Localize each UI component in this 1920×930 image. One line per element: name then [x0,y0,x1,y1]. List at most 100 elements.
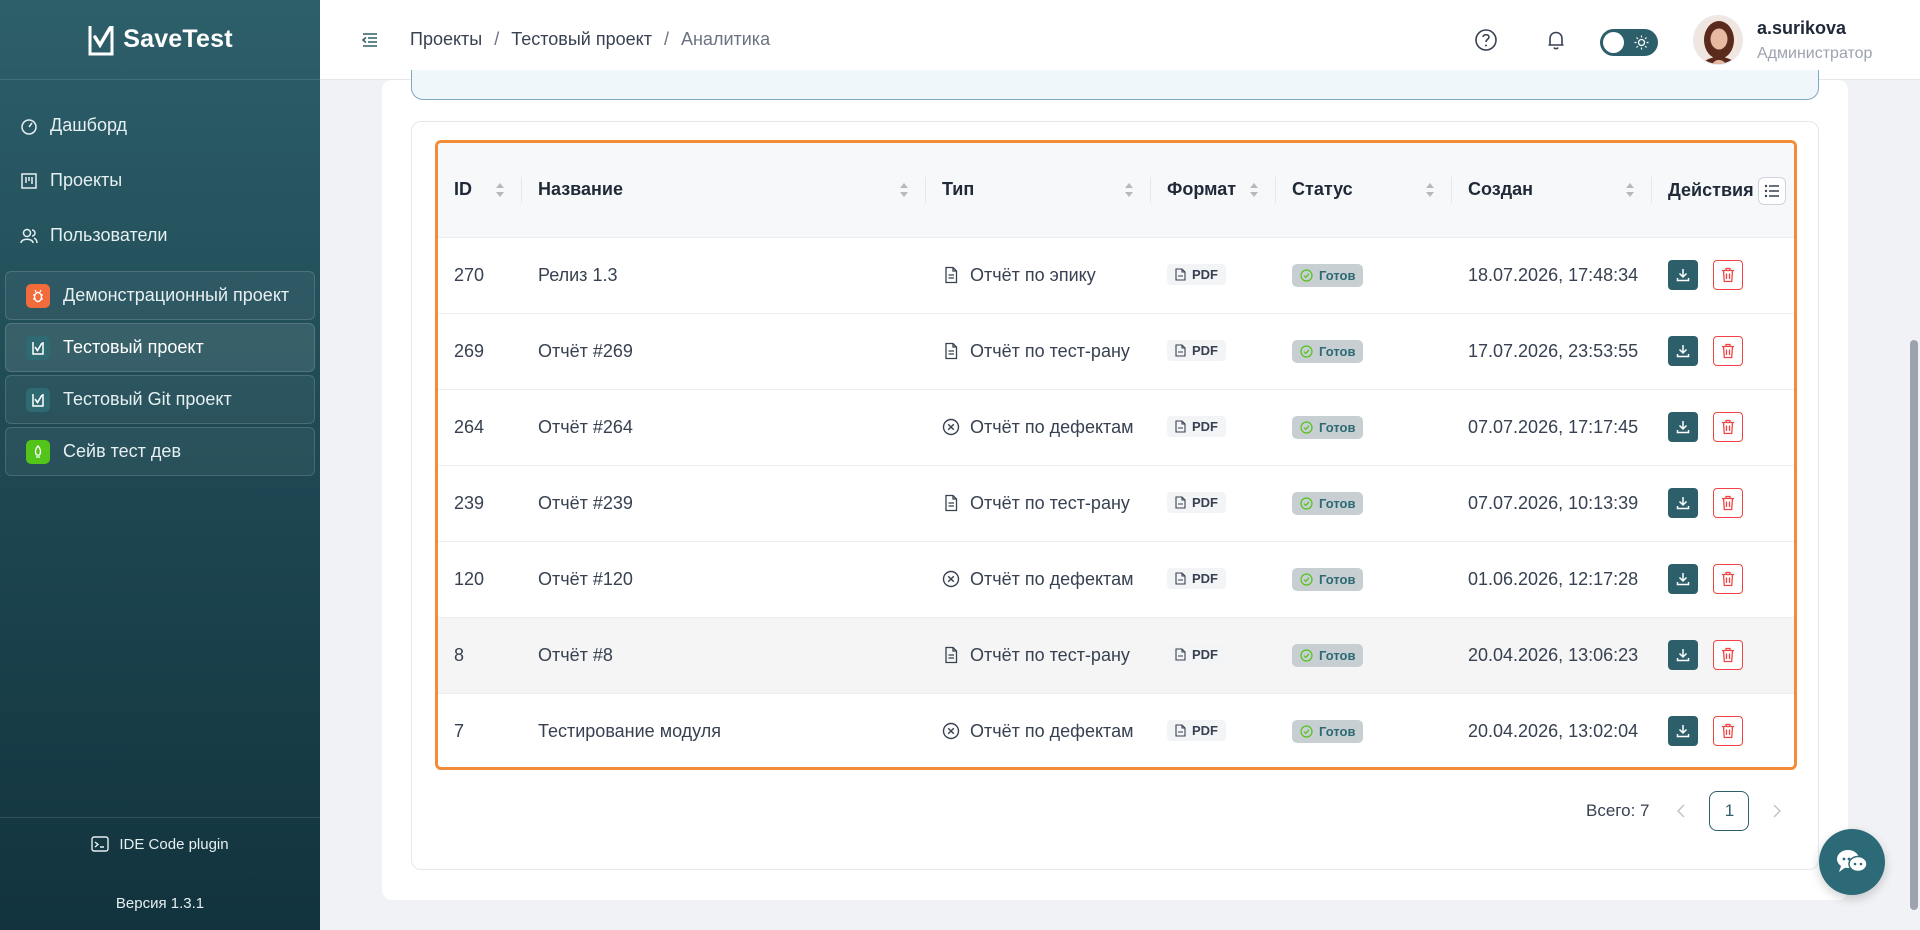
ide-plugin-link[interactable]: IDE Code plugin [0,835,320,853]
column-header-name[interactable]: Название [522,143,926,237]
pdf-file-icon [1175,648,1186,661]
format-label: PDF [1192,723,1218,739]
column-header-format[interactable]: Формат [1151,143,1276,237]
status-label: Готов [1319,495,1356,511]
status-label: Готов [1319,267,1356,283]
cell-created: 07.07.2026, 10:13:39 [1468,492,1639,513]
project-item-dev[interactable]: Сейв тест дев [5,427,315,476]
bell-icon[interactable] [1542,26,1570,54]
cell-id: 239 [454,492,485,513]
sort-icon[interactable] [1248,180,1260,200]
trash-icon [1722,267,1734,283]
avatar[interactable] [1693,15,1743,65]
type-label: Отчёт по дефектам [970,416,1134,437]
cell-status: Готов [1276,617,1452,693]
column-header-actions: Действия [1652,143,1794,237]
app-logo[interactable]: SaveTest [0,0,320,80]
cell-name: Релиз 1.3 [538,264,618,285]
table-row[interactable]: 8 Отчёт #8 Отчёт по тест-рану PDF Готов 20.04… [438,617,1794,693]
cell-format: PDF [1151,389,1276,465]
nav-label: Проекты [50,170,123,190]
page-scrollbar[interactable] [1910,340,1918,910]
page-button[interactable]: 1 [1709,791,1750,831]
download-icon [1676,345,1690,358]
nav-item-projects[interactable]: Проекты [0,153,320,208]
status-badge: Готов [1292,719,1364,743]
delete-button[interactable] [1713,488,1743,518]
sort-icon[interactable] [1624,180,1636,200]
breadcrumb-separator: / [494,29,500,49]
list-settings-icon [1764,184,1779,198]
column-header-id[interactable]: ID [438,143,522,237]
cell-type: Отчёт по тест-рану [926,313,1151,389]
download-button[interactable] [1668,640,1698,670]
delete-button[interactable] [1713,336,1743,366]
trash-icon [1722,724,1734,739]
next-page-button[interactable] [1767,801,1787,821]
document-icon [945,494,958,512]
user-name[interactable]: a.surikova [1757,18,1846,39]
cell-status: Готов [1276,541,1452,617]
nav-item-users[interactable]: Пользователи [0,208,320,263]
format-chip: PDF [1167,644,1226,665]
project-item-demo[interactable]: Демонстрационный проект [5,271,315,320]
chat-button[interactable] [1819,829,1885,895]
column-title: Название [538,179,623,200]
delete-button[interactable] [1713,716,1743,747]
sidebar-collapse-icon[interactable] [360,30,380,50]
pagination: Всего: 7 1 [1586,791,1787,831]
column-header-created[interactable]: Создан [1452,143,1652,237]
breadcrumb-projects[interactable]: Проекты [410,29,482,50]
cell-status: Готов [1276,693,1452,767]
trash-icon [1722,495,1734,511]
project-item-test[interactable]: Тестовый проект [5,323,315,372]
table-row[interactable]: 120 Отчёт #120 Отчёт по дефектам PDF Готов 01… [438,541,1794,617]
column-header-type[interactable]: Тип [926,143,1151,237]
sort-icon[interactable] [898,180,910,200]
column-title: Статус [1292,179,1353,200]
download-button[interactable] [1668,564,1698,594]
download-button[interactable] [1668,412,1698,442]
project-item-git[interactable]: Тестовый Git проект [5,375,315,424]
nav-item-dashboard[interactable]: Дашборд [0,98,320,153]
column-title: ID [454,179,472,200]
column-header-status[interactable]: Статус [1276,143,1452,237]
sun-icon [1634,35,1649,50]
sort-icon[interactable] [494,180,506,200]
help-icon[interactable] [1472,26,1500,54]
delete-button[interactable] [1713,564,1743,594]
table-row[interactable]: 264 Отчёт #264 Отчёт по дефектам PDF Готов 07… [438,389,1794,465]
table-row[interactable]: 270 Релиз 1.3 Отчёт по эпику PDF Готов 18.07.… [438,237,1794,313]
format-chip: PDF [1167,264,1226,285]
table-row[interactable]: 269 Отчёт #269 Отчёт по тест-рану PDF Готов 1… [438,313,1794,389]
bug-icon [26,283,50,308]
download-button[interactable] [1668,716,1698,747]
download-icon [1676,649,1690,662]
rocket-icon [26,439,50,464]
cell-format: PDF [1151,465,1276,541]
prev-page-button[interactable] [1671,801,1691,821]
breadcrumb-project[interactable]: Тестовый проект [511,29,652,50]
sort-icon[interactable] [1424,180,1436,200]
cell-type: Отчёт по дефектам [926,541,1151,617]
download-button[interactable] [1668,260,1698,290]
sort-icon[interactable] [1123,180,1135,200]
column-settings-button[interactable] [1758,177,1786,205]
delete-button[interactable] [1713,260,1743,290]
table-row[interactable]: 239 Отчёт #239 Отчёт по тест-рану PDF Готов 0… [438,465,1794,541]
column-title: Тип [942,179,975,200]
download-button[interactable] [1668,336,1698,366]
download-icon [1676,269,1690,282]
download-button[interactable] [1668,488,1698,518]
nav-label: Пользователи [50,225,168,245]
format-label: PDF [1192,267,1218,282]
cell-format: PDF [1151,693,1276,767]
delete-button[interactable] [1713,412,1743,442]
theme-toggle[interactable] [1600,29,1658,56]
table-row[interactable]: 7 Тестирование модуля Отчёт по дефектам PDF… [438,693,1794,767]
cell-type: Отчёт по тест-рану [926,617,1151,693]
chevron-right-icon [1773,804,1782,818]
app-version: Версия 1.3.1 [115,895,205,912]
cell-created: 18.07.2026, 17:48:34 [1468,264,1639,285]
delete-button[interactable] [1713,640,1743,670]
